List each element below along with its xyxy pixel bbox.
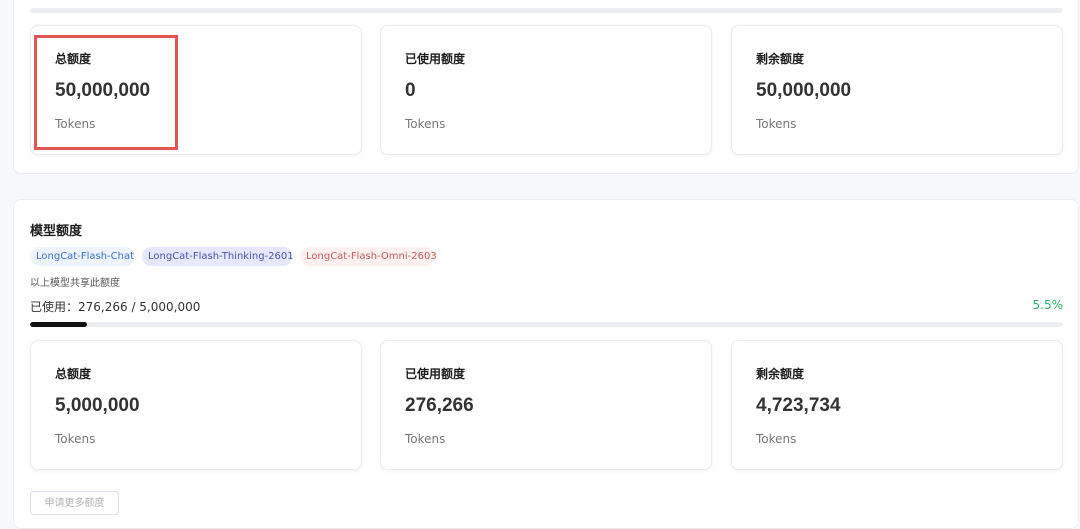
used-quota-value: 0 <box>405 80 416 101</box>
usage-percent: 5.5% <box>1032 298 1064 312</box>
top-progress-track <box>30 8 1063 13</box>
model-total-quota-card: 总额度 5,000,000 Tokens <box>30 340 362 470</box>
model-used-quota-unit: Tokens <box>405 432 446 446</box>
apply-more-quota-button[interactable]: 申请更多额度 <box>30 491 119 515</box>
total-quota-card: 总额度 50,000,000 Tokens <box>30 25 362 155</box>
model-tag-omni: LongCat-Flash-Omni-2603 <box>300 247 437 266</box>
model-remaining-quota-label: 剩余额度 <box>756 367 805 381</box>
used-quota-label: 已使用额度 <box>405 52 466 66</box>
model-total-quota-value: 5,000,000 <box>55 395 140 416</box>
usage-text: 已使用：276,266 / 5,000,000 <box>30 300 201 314</box>
model-remaining-quota-value: 4,723,734 <box>756 395 841 416</box>
model-tag-chat: LongCat-Flash-Chat <box>30 247 135 266</box>
used-quota-unit: Tokens <box>405 117 446 131</box>
shared-quota-note: 以上模型共享此额度 <box>30 278 120 289</box>
model-tag-thinking: LongCat-Flash-Thinking-2601 <box>142 247 294 266</box>
model-quota-title: 模型额度 <box>30 224 83 239</box>
model-remaining-quota-unit: Tokens <box>756 432 797 446</box>
usage-progress-bar <box>30 322 1063 327</box>
remaining-quota-value: 50,000,000 <box>756 80 852 101</box>
total-quota-label: 总额度 <box>55 52 92 66</box>
used-quota-card: 已使用额度 0 Tokens <box>380 25 712 155</box>
model-used-quota-card: 已使用额度 276,266 Tokens <box>380 340 712 470</box>
remaining-quota-label: 剩余额度 <box>756 52 805 66</box>
remaining-quota-card: 剩余额度 50,000,000 Tokens <box>731 25 1063 155</box>
model-total-quota-unit: Tokens <box>55 432 96 446</box>
remaining-quota-unit: Tokens <box>756 117 797 131</box>
total-quota-value: 50,000,000 <box>55 80 151 101</box>
model-used-quota-value: 276,266 <box>405 395 474 416</box>
usage-progress-fill <box>30 322 87 327</box>
model-total-quota-label: 总额度 <box>55 367 92 381</box>
model-used-quota-label: 已使用额度 <box>405 367 466 381</box>
model-remaining-quota-card: 剩余额度 4,723,734 Tokens <box>731 340 1063 470</box>
total-quota-unit: Tokens <box>55 117 96 131</box>
